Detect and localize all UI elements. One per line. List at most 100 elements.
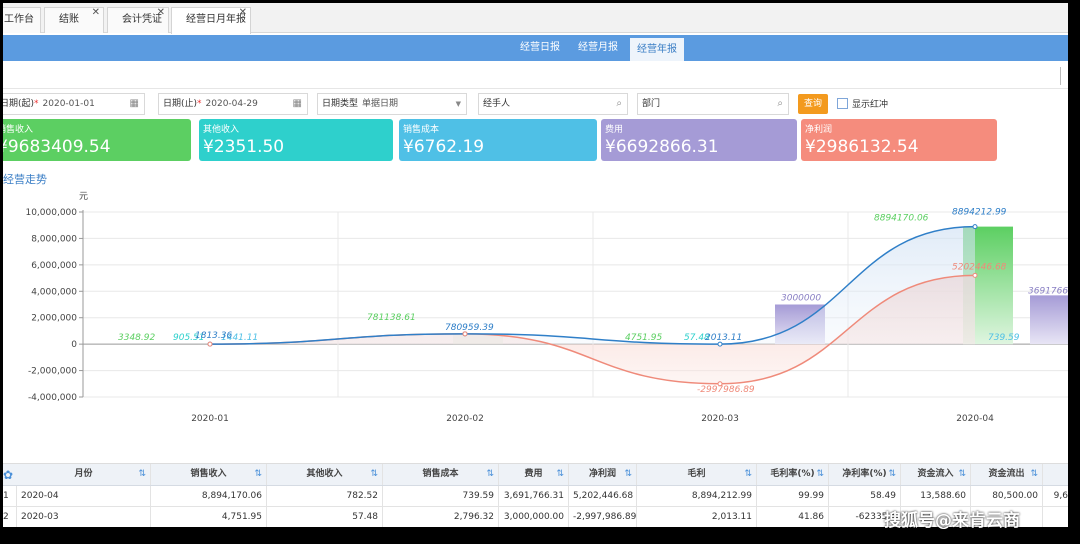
tab-yearly-report[interactable]: 经营年报 xyxy=(630,38,684,61)
sort-icon[interactable]: ⇅ xyxy=(958,464,966,485)
handler-input[interactable]: 经手人 ⌕ xyxy=(478,93,628,115)
column-header-label: 销售成本 xyxy=(422,469,459,479)
sort-icon[interactable]: ⇅ xyxy=(744,464,752,485)
tab-workbench[interactable]: 工作台 xyxy=(3,7,41,33)
close-icon[interactable]: ✕ xyxy=(92,3,100,25)
x-tick-label: 2020-01 xyxy=(191,414,229,424)
tab-monthly-report[interactable]: 经营月报 xyxy=(573,35,623,61)
table-cell: 739.59 xyxy=(383,486,499,507)
table-cell: 58.49 xyxy=(829,486,901,507)
column-header[interactable]: 净利率(%) ⇅ xyxy=(829,464,901,485)
point-net-profit xyxy=(207,341,213,347)
column-header[interactable]: 资金流入 ⇅ xyxy=(901,464,971,485)
search-icon[interactable]: ⌕ xyxy=(616,94,622,114)
sort-icon[interactable]: ⇅ xyxy=(370,464,378,485)
column-header-label: 其他收入 xyxy=(306,469,343,479)
sort-icon[interactable]: ⇅ xyxy=(888,464,896,485)
table-cell: 13,588.60 xyxy=(901,486,971,507)
column-header[interactable]: 销售收入 ⇅ xyxy=(151,464,267,485)
column-header[interactable]: 月份 ⇅ xyxy=(17,464,151,485)
sort-icon[interactable]: ⇅ xyxy=(486,464,494,485)
data-label-expense: 3691766 xyxy=(1028,286,1068,296)
column-header[interactable]: 净利润 ⇅ xyxy=(569,464,637,485)
column-header[interactable]: 毛利 ⇅ xyxy=(637,464,757,485)
toolbar-edge xyxy=(1060,67,1068,85)
point-net-profit xyxy=(972,272,978,278)
calendar-icon[interactable]: ▦ xyxy=(130,94,139,114)
table-row[interactable]: 1 2020-04 8,894,170.06 782.52 739.59 3,691,76… xyxy=(3,486,1068,507)
card-value: ¥6692866.31 xyxy=(605,137,719,157)
data-label-gross-profit: 780959.39 xyxy=(445,323,494,333)
app-window: 工作台 结账 ✕ 会计凭证 ✕ 经营日月年报 ✕ 经营日报 经营月报 经营年报 日期(… xyxy=(3,3,1068,527)
table-cell: 2,013.11 xyxy=(637,507,757,527)
data-label-expense: 3000000 xyxy=(781,294,821,304)
toolbar xyxy=(3,63,1068,89)
data-label-net-profit: 5202446.68 xyxy=(952,262,1007,272)
date-type-value: 单据日期 xyxy=(362,99,399,109)
tab-closing[interactable]: 结账 ✕ xyxy=(44,7,104,33)
trend-chart: 10,000,000 8,000,000 6,000,000 4,000,000 2,0… xyxy=(3,185,1068,455)
card-expense: 费用 ¥6692866.31 xyxy=(601,119,797,161)
show-reverse-checkbox[interactable] xyxy=(837,98,848,109)
card-other-income: 其他收入 ¥2351.50 xyxy=(199,119,393,161)
table-cell: 5,202,446.68 xyxy=(569,486,637,507)
x-tick-label: 2020-02 xyxy=(446,414,484,424)
sort-icon[interactable]: ⇅ xyxy=(624,464,632,485)
end-date-label: 日期(止) xyxy=(163,99,198,109)
sort-icon[interactable]: ⇅ xyxy=(138,464,146,485)
tab-daily-report[interactable]: 经营日报 xyxy=(515,35,565,61)
end-date-field[interactable]: 日期(止)* 2020-04-29 ▦ xyxy=(158,93,308,115)
card-value: ¥6762.19 xyxy=(403,137,485,157)
tab-label: 结账 xyxy=(59,14,79,25)
tab-voucher[interactable]: 会计凭证 ✕ xyxy=(107,7,169,33)
column-header[interactable]: 毛利率(%) ⇅ xyxy=(757,464,829,485)
dropdown-arrow-icon[interactable]: ▼ xyxy=(456,94,461,114)
date-type-select[interactable]: 日期类型 单据日期 ▼ xyxy=(317,93,467,115)
sort-icon[interactable]: ⇅ xyxy=(254,464,262,485)
search-icon[interactable]: ⌕ xyxy=(777,94,783,114)
tab-bar: 工作台 结账 ✕ 会计凭证 ✕ 经营日月年报 ✕ xyxy=(3,3,1068,34)
department-placeholder: 部门 xyxy=(642,99,661,109)
column-header-label: 毛利率(%) xyxy=(770,469,815,479)
table-cell: 4,751.95 xyxy=(151,507,267,527)
tab-report[interactable]: 经营日月年报 ✕ xyxy=(171,7,251,34)
data-label-sales: 3348.92 xyxy=(118,333,155,343)
column-header[interactable]: 销售成本 ⇅ xyxy=(383,464,499,485)
data-label-gross-profit: 1813.36 xyxy=(195,331,232,341)
card-value: ¥2351.50 xyxy=(203,137,285,157)
department-input[interactable]: 部门 ⌕ xyxy=(637,93,789,115)
watermark: 搜狐号@来肯云商 xyxy=(884,511,1020,531)
y-tick-label: 10,000,000 xyxy=(25,208,77,218)
card-sales-revenue: 销售收入 ¥9683409.54 xyxy=(3,119,191,161)
calendar-icon[interactable]: ▦ xyxy=(293,94,302,114)
close-icon[interactable]: ✕ xyxy=(239,3,247,25)
data-label-sales-cost: 739.59 xyxy=(988,333,1020,343)
table-cell: 99.99 xyxy=(757,486,829,507)
card-value: ¥2986132.54 xyxy=(805,137,919,157)
table-cell: 3,691,766.31 xyxy=(499,486,569,507)
column-header[interactable]: 费用 ⇅ xyxy=(499,464,569,485)
column-header[interactable]: 其他收入 ⇅ xyxy=(267,464,383,485)
close-icon[interactable]: ✕ xyxy=(157,3,165,25)
table-cell: 41.86 xyxy=(757,507,829,527)
column-header[interactable]: 资金流出 ⇅ xyxy=(971,464,1043,485)
date-type-label: 日期类型 xyxy=(322,99,359,109)
query-button[interactable]: 查询 xyxy=(798,94,828,114)
start-date-value: 2020-01-01 xyxy=(42,99,95,109)
card-label: 销售收入 xyxy=(3,125,34,135)
column-header-label: 月份 xyxy=(74,469,93,479)
column-header-label: 资金流入 xyxy=(917,469,954,479)
bar-expense xyxy=(1030,295,1068,345)
sort-icon[interactable]: ⇅ xyxy=(816,464,824,485)
y-axis-label: 元 xyxy=(79,192,88,202)
sort-icon[interactable]: ⇅ xyxy=(556,464,564,485)
card-sales-cost: 销售成本 ¥6762.19 xyxy=(399,119,597,161)
x-tick-label: 2020-04 xyxy=(956,414,994,424)
sort-icon[interactable]: ⇅ xyxy=(1030,464,1038,485)
gear-icon[interactable]: ✿ xyxy=(3,468,13,482)
card-value: ¥9683409.54 xyxy=(3,137,111,157)
y-tick-label: 6,000,000 xyxy=(31,261,77,271)
table-cell: 8,894,212.99 xyxy=(637,486,757,507)
table-cell xyxy=(1043,507,1068,527)
start-date-field[interactable]: 日期(起)* 2020-01-01 ▦ xyxy=(3,93,145,115)
